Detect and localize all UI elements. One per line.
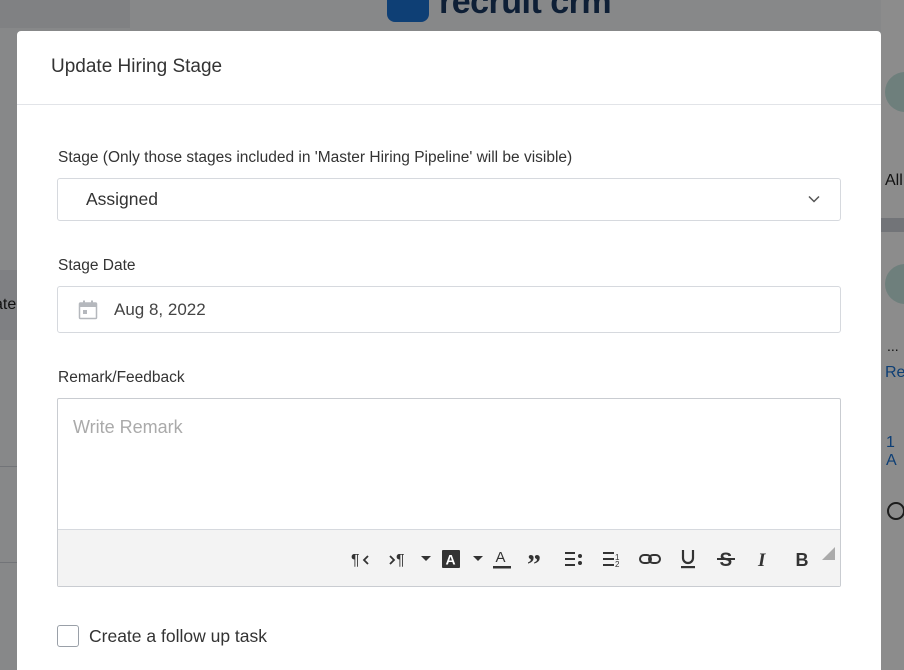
svg-text:A: A bbox=[446, 552, 456, 568]
svg-text:B: B bbox=[796, 550, 809, 569]
bold-icon[interactable]: B bbox=[790, 547, 814, 571]
link-icon[interactable] bbox=[638, 547, 662, 571]
chevron-down-icon bbox=[808, 195, 820, 203]
follow-up-label[interactable]: Create a follow up task bbox=[89, 626, 267, 647]
stage-date-label: Stage Date bbox=[58, 257, 136, 274]
dropdown-caret-icon[interactable] bbox=[471, 547, 485, 571]
remark-textarea[interactable]: Write Remark bbox=[58, 399, 840, 530]
editor-toolbar: ¶ ¶ A A ” 12 I B bbox=[58, 530, 840, 586]
strikethrough-icon[interactable]: S bbox=[714, 547, 738, 571]
rtl-paragraph-icon[interactable]: ¶ bbox=[349, 547, 373, 571]
svg-text:I: I bbox=[757, 550, 766, 569]
italic-icon[interactable]: I bbox=[751, 547, 775, 571]
modal-header: Update Hiring Stage bbox=[17, 31, 881, 105]
svg-text:¶: ¶ bbox=[351, 552, 360, 568]
update-hiring-stage-modal: Update Hiring Stage Stage (Only those st… bbox=[17, 31, 881, 670]
remark-label: Remark/Feedback bbox=[58, 369, 185, 386]
unordered-list-icon[interactable] bbox=[562, 547, 586, 571]
dropdown-caret-icon[interactable] bbox=[419, 547, 433, 571]
modal-title: Update Hiring Stage bbox=[51, 56, 223, 77]
underline-icon[interactable] bbox=[676, 547, 700, 571]
ltr-paragraph-icon[interactable]: ¶ bbox=[387, 547, 411, 571]
stage-date-input[interactable]: Aug 8, 2022 bbox=[57, 286, 841, 333]
remark-editor: Write Remark ¶ ¶ A A ” 1 2 I B bbox=[57, 398, 841, 587]
stage-select[interactable]: Assigned bbox=[57, 178, 841, 221]
stage-select-value: Assigned bbox=[86, 189, 158, 209]
follow-up-task-option[interactable]: Create a follow up task bbox=[57, 625, 267, 647]
stage-date-value: Aug 8, 2022 bbox=[114, 299, 206, 319]
follow-up-checkbox[interactable] bbox=[57, 625, 79, 647]
svg-text:”: ” bbox=[527, 550, 541, 568]
background-color-icon[interactable]: A bbox=[439, 547, 463, 571]
blockquote-icon[interactable]: ” bbox=[526, 547, 550, 571]
resize-handle-icon[interactable] bbox=[822, 547, 835, 560]
svg-text:2: 2 bbox=[615, 560, 620, 568]
ordered-list-icon[interactable]: 12 bbox=[600, 547, 624, 571]
stage-label: Stage (Only those stages included in 'Ma… bbox=[58, 149, 573, 166]
text-color-icon[interactable]: A bbox=[490, 547, 514, 571]
svg-text:¶: ¶ bbox=[396, 552, 405, 568]
calendar-icon bbox=[78, 300, 98, 319]
svg-text:A: A bbox=[496, 549, 506, 566]
